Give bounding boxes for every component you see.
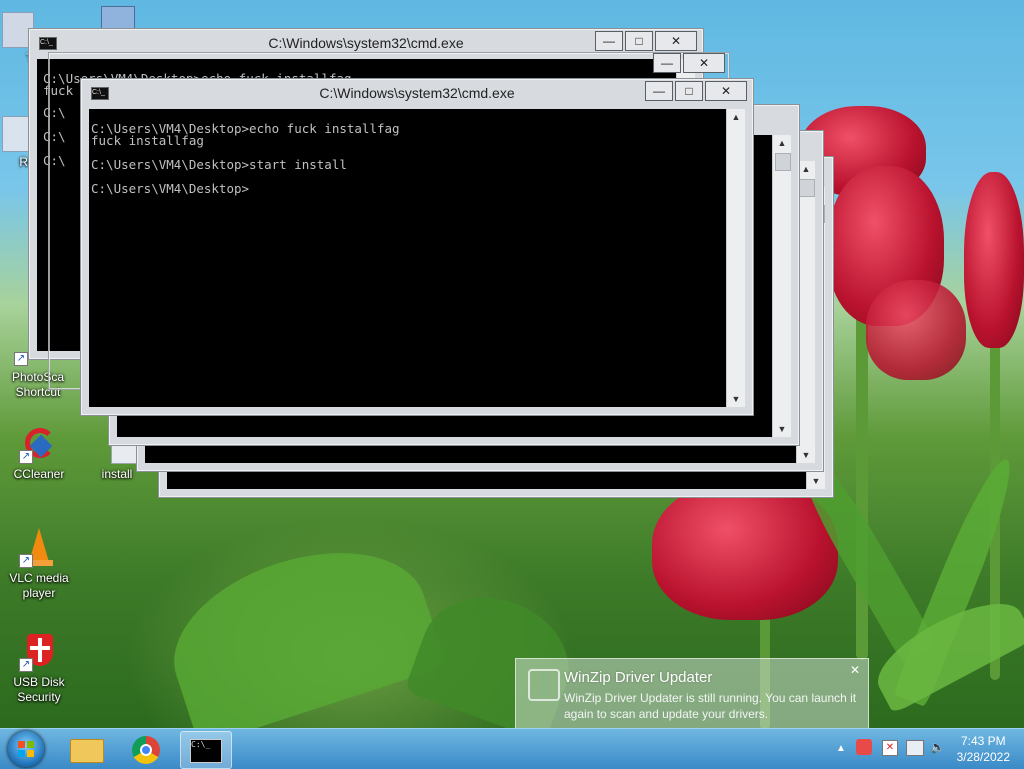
console-line: fuck installfag [91, 133, 204, 148]
desktop-icon-label: Security [17, 690, 61, 704]
taskbar-chrome[interactable] [122, 731, 172, 767]
ccleaner-icon: ↗ [19, 424, 59, 464]
scroll-down-arrow-icon[interactable]: ▼ [727, 391, 745, 407]
clock-time: 7:43 PM [960, 734, 1006, 748]
notification-title: WinZip Driver Updater [564, 669, 713, 686]
window-title-bar[interactable]: C:\_ C:\Windows\system32\cmd.exe — □ ✕ [81, 79, 753, 107]
vlc-cone-icon: ↗ [19, 528, 59, 568]
taskbar: C:\_ ▲ ✕ 🔈 7:43 PM 3/28/2022 [0, 728, 1024, 769]
scroll-down-arrow-icon[interactable]: ▼ [797, 447, 815, 463]
scroll-down-arrow-icon[interactable]: ▼ [773, 421, 791, 437]
notification-toast[interactable]: WinZip Driver Updater WinZip Driver Upda… [515, 658, 869, 730]
close-button[interactable]: ✕ [655, 31, 697, 51]
minimize-button[interactable]: — [645, 81, 673, 101]
cmd-icon: C:\_ [190, 739, 222, 763]
shortcut-arrow-icon: ↗ [14, 352, 28, 366]
notification-body: WinZip Driver Updater is still running. … [564, 691, 857, 721]
shortcut-arrow-icon: ↗ [19, 450, 33, 464]
scroll-up-arrow-icon[interactable]: ▲ [773, 135, 791, 151]
driver-updater-tray-icon[interactable] [856, 739, 872, 755]
desktop-icon-label: USB Disk [13, 675, 65, 689]
winzip-icon [528, 669, 560, 701]
close-button[interactable]: ✕ [705, 81, 747, 101]
minimize-button[interactable]: — [595, 31, 623, 51]
scroll-thumb[interactable] [775, 153, 791, 171]
shield-icon: ↗ [19, 632, 59, 672]
start-button[interactable] [4, 731, 48, 767]
maximize-button[interactable]: □ [675, 81, 703, 101]
close-button-ghost[interactable]: ✕ [683, 53, 725, 73]
console-area[interactable]: C:\Users\VM4\Desktop>echo fuck installfa… [89, 109, 727, 407]
folder-icon [70, 739, 104, 763]
shortcut-arrow-icon: ↗ [19, 658, 33, 672]
minimize-button-ghost[interactable]: — [653, 53, 681, 73]
action-center-flag-icon[interactable]: ✕ [882, 740, 898, 756]
network-icon[interactable] [906, 740, 924, 756]
maximize-button[interactable]: □ [625, 31, 653, 51]
notification-close-icon[interactable]: ✕ [850, 663, 860, 677]
scroll-up-arrow-icon[interactable]: ▲ [727, 109, 745, 125]
shortcut-arrow-icon: ↗ [19, 554, 33, 568]
desktop-icon-usb-disk-security[interactable]: ↗ USB Disk Security [3, 632, 75, 705]
desktop-icon-label: CCleaner [13, 467, 65, 481]
show-hidden-icons-chevron-icon[interactable]: ▲ [836, 743, 846, 754]
console-line: C:\Users\VM4\Desktop>start install [91, 157, 347, 172]
scroll-thumb[interactable] [799, 179, 815, 197]
desktop-icon-label: player [22, 586, 56, 600]
desktop-icon-label: VLC media [9, 571, 69, 585]
clock-date: 3/28/2022 [956, 750, 1010, 764]
clock[interactable]: 7:43 PM 3/28/2022 [957, 733, 1010, 765]
console-prompt: C:\Users\VM4\Desktop> [91, 181, 250, 196]
system-tray: ▲ ✕ 🔈 7:43 PM 3/28/2022 [814, 729, 1024, 769]
desktop-icon-ccleaner[interactable]: ↗ CCleaner [3, 424, 75, 482]
windows-logo-icon [8, 731, 44, 767]
volume-muted-icon[interactable]: 🔈 [930, 740, 945, 754]
cmd-window-front[interactable]: C:\_ C:\Windows\system32\cmd.exe — □ ✕ C… [80, 78, 754, 416]
desktop-icon-vlc[interactable]: ↗ VLC media player [3, 528, 75, 601]
taskbar-command-prompt[interactable]: C:\_ [180, 731, 232, 769]
chrome-icon [132, 736, 160, 764]
taskbar-file-explorer[interactable] [62, 731, 112, 767]
scroll-down-arrow-icon[interactable]: ▼ [807, 473, 825, 489]
vertical-scrollbar[interactable]: ▲ ▼ [772, 135, 791, 437]
vertical-scrollbar[interactable]: ▲ ▼ [726, 109, 745, 407]
